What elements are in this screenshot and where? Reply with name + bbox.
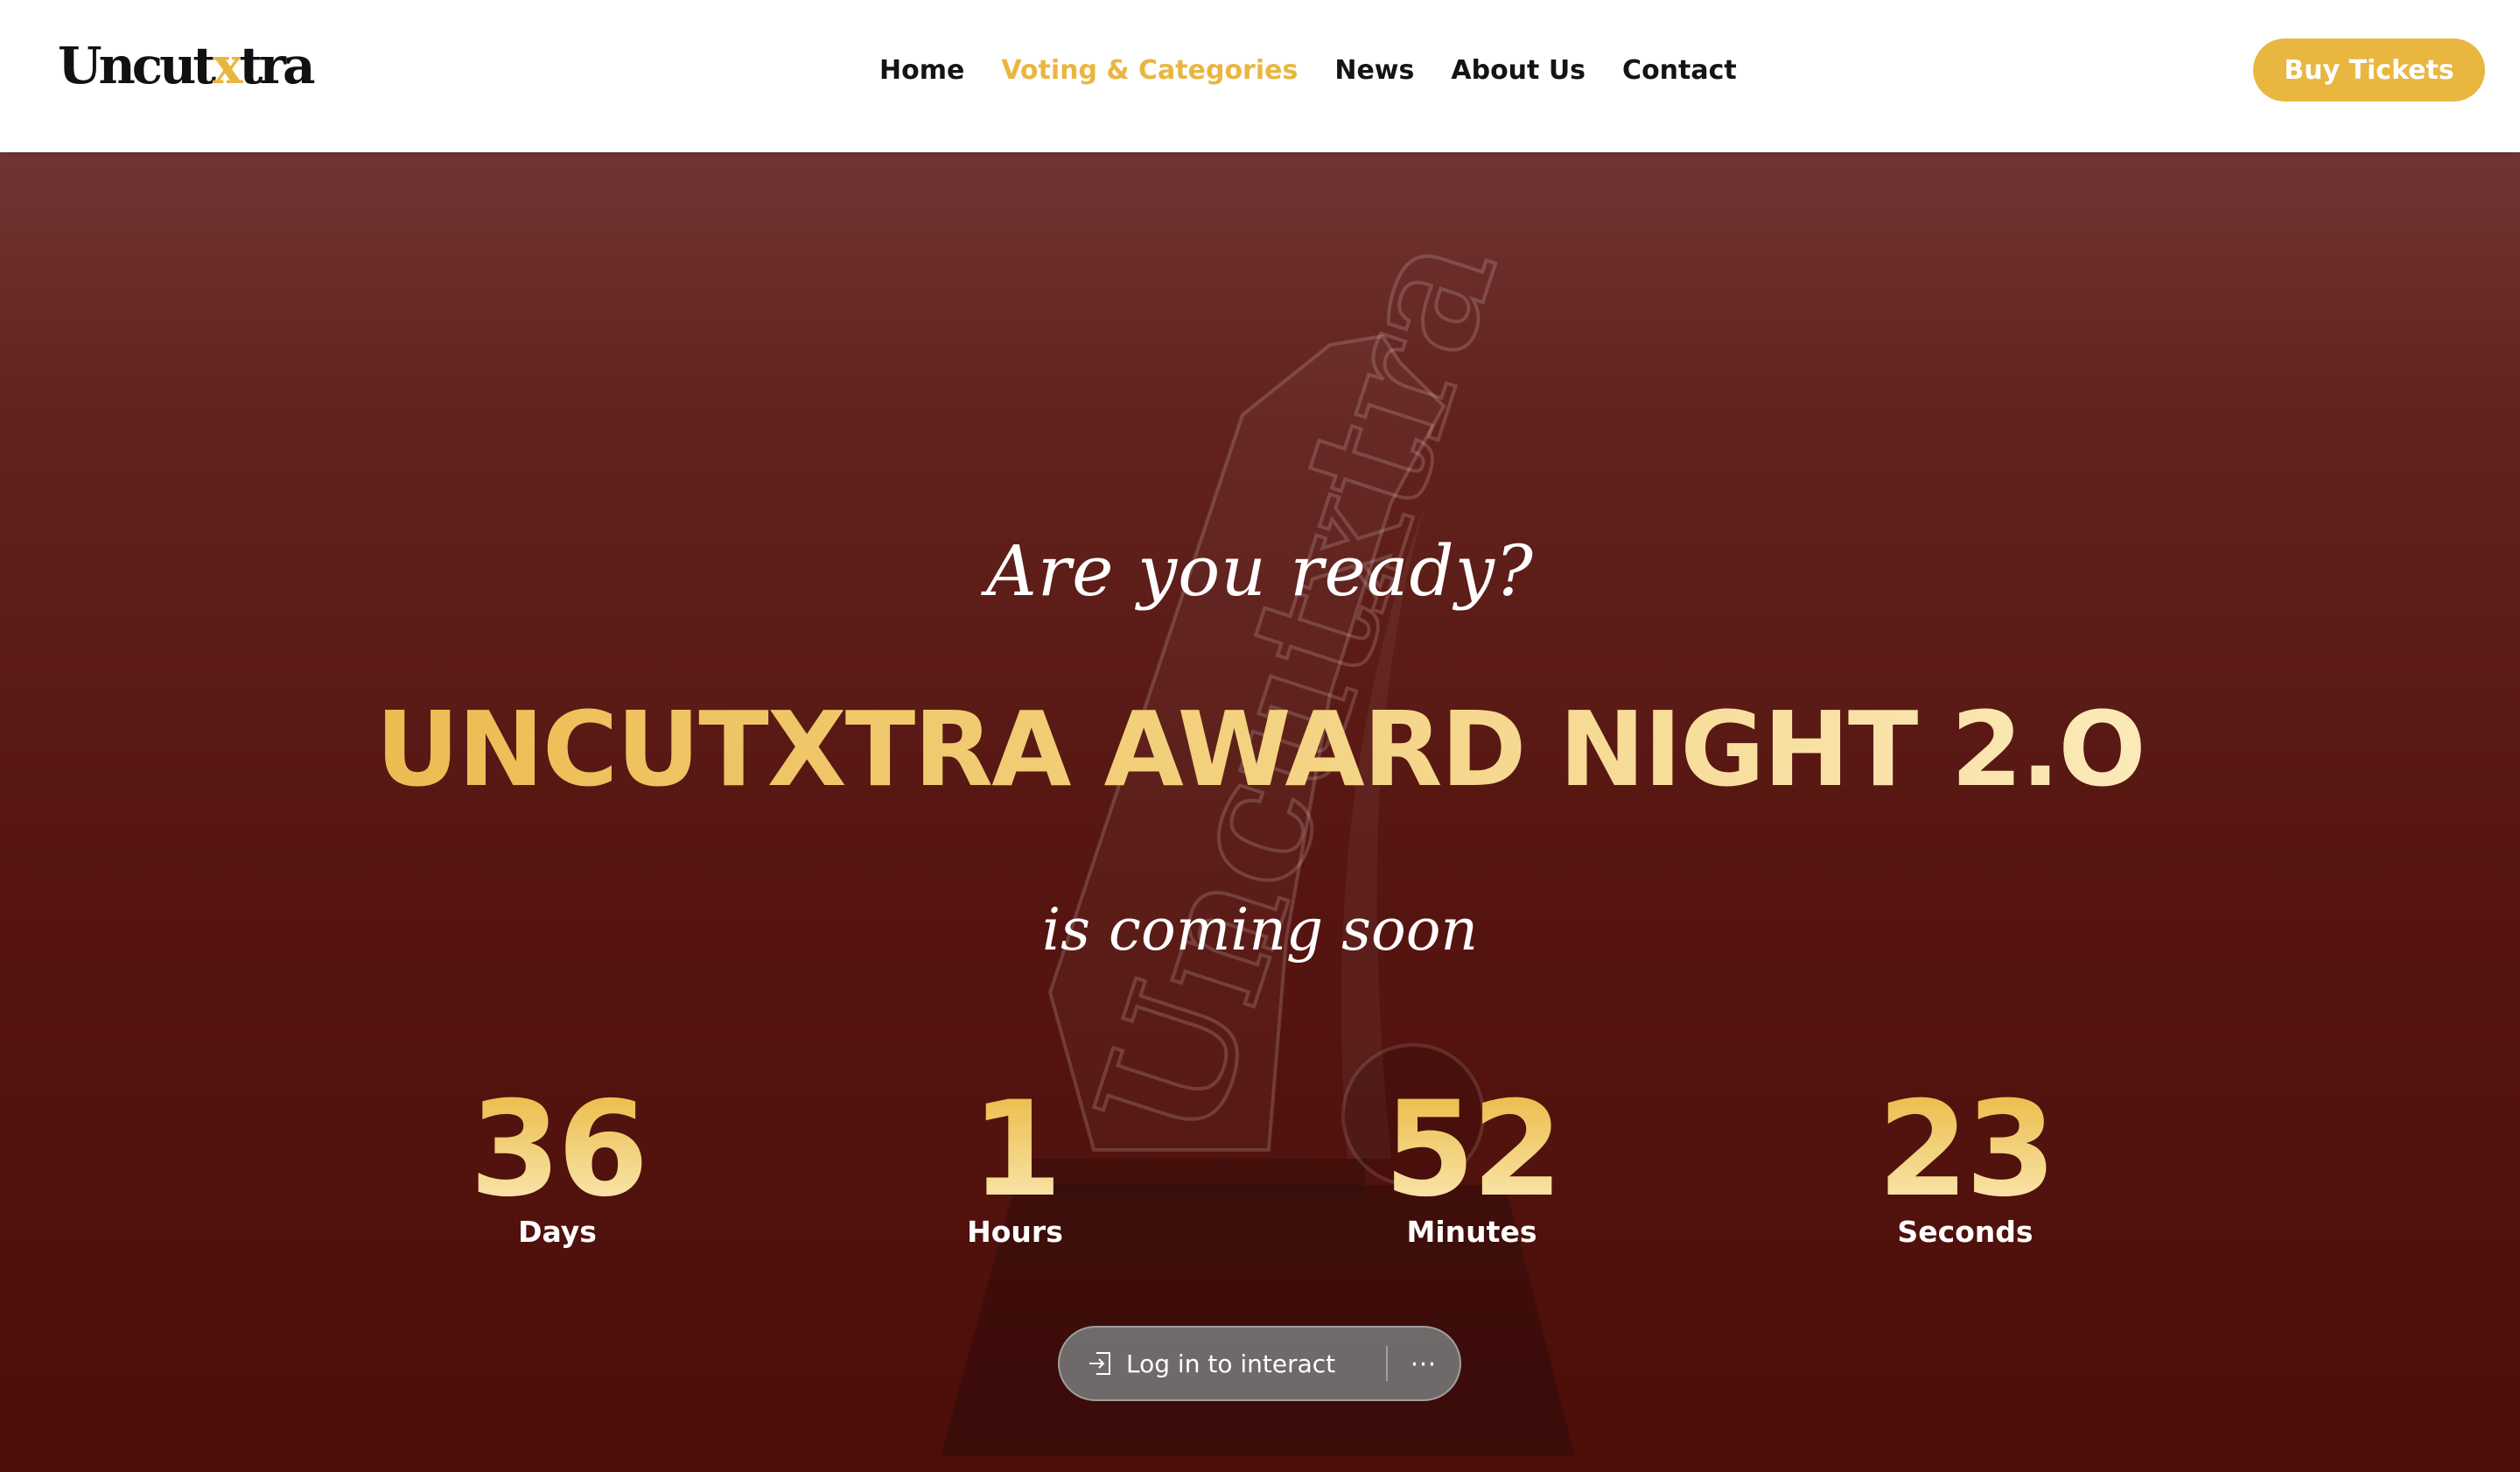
nav-news[interactable]: News <box>1334 55 1414 86</box>
nav-links: Home Voting & Categories News About Us C… <box>879 46 1737 95</box>
countdown-days-value: 36 <box>382 1080 732 1220</box>
hero-section: Uncutxtra Are you ready? UNCUTXTRA AWARD… <box>0 152 2520 1472</box>
countdown-hours-value: 1 <box>840 1080 1190 1220</box>
countdown-minutes-value: 52 <box>1297 1080 1647 1220</box>
more-icon: ⋯ <box>1410 1349 1438 1378</box>
countdown-minutes-label: Minutes <box>1406 1215 1537 1249</box>
uncutxtra-logo[interactable]: Uncutxtra <box>58 35 316 96</box>
more-options-button[interactable]: ⋯ <box>1388 1328 1460 1399</box>
site-header: Uncutxtra Home Voting & Categories News … <box>0 0 2520 152</box>
main-nav: Home Voting & Categories News About Us C… <box>0 46 2520 95</box>
countdown-hours: 1 Hours <box>840 1080 1190 1249</box>
nav-contact[interactable]: Contact <box>1622 55 1737 86</box>
trophy-background-image: Uncutxtra <box>941 210 1575 1456</box>
trophy-lettering: Uncutxtra <box>1060 212 1535 1162</box>
login-button[interactable]: Log in to interact <box>1060 1328 1386 1399</box>
countdown-seconds-value: 23 <box>1790 1080 2140 1220</box>
buy-tickets-button[interactable]: Buy Tickets <box>2253 39 2485 102</box>
login-arrow-icon <box>1089 1352 1110 1375</box>
nav-about-us[interactable]: About Us <box>1451 55 1586 86</box>
countdown-seconds-label: Seconds <box>1897 1215 2034 1249</box>
login-label: Log in to interact <box>1126 1349 1336 1378</box>
nav-voting-categories[interactable]: Voting & Categories <box>1001 55 1298 86</box>
nav-home[interactable]: Home <box>879 55 964 86</box>
hero-title: UNCUTXTRA AWARD NIGHT 2.O <box>0 688 2520 810</box>
countdown-days-label: Days <box>518 1215 597 1249</box>
countdown-seconds: 23 Seconds <box>1790 1080 2140 1249</box>
login-to-interact-bar: Log in to interact ⋯ <box>1058 1326 1461 1401</box>
countdown-minutes: 52 Minutes <box>1297 1080 1647 1249</box>
hero-tagline-top: Are you ready? <box>986 530 1534 612</box>
hero-tagline-bottom: is coming soon <box>1042 896 1478 964</box>
logo-accent: x <box>213 36 243 95</box>
countdown-days: 36 Days <box>382 1080 732 1249</box>
countdown-hours-label: Hours <box>967 1215 1063 1249</box>
logo-prefix: Uncut <box>58 36 216 95</box>
logo-suffix: tra <box>239 36 316 95</box>
